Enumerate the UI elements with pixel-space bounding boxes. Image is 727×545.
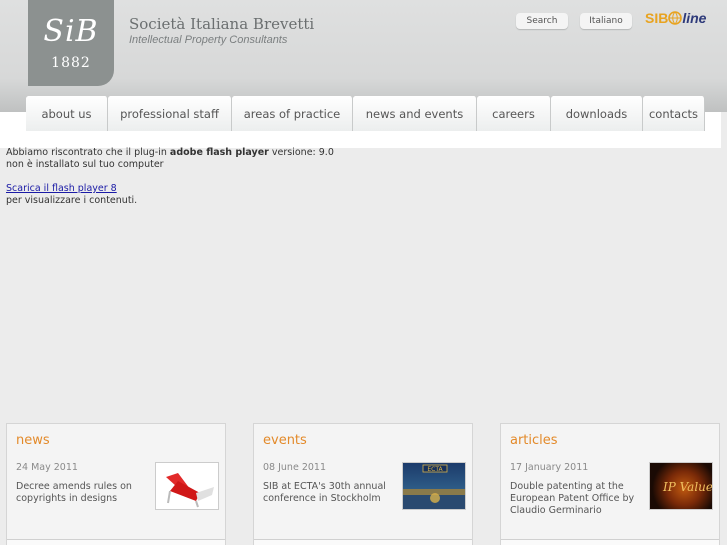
- events-headline-link[interactable]: SIB at ECTA's 30th annual conference in …: [263, 481, 395, 505]
- nav-item-downloads[interactable]: downloads: [551, 96, 643, 131]
- flash-line2: non è installato sul tuo computer: [6, 159, 164, 170]
- articles-headline-link[interactable]: Double patenting at the European Patent …: [510, 481, 642, 517]
- search-button[interactable]: Search: [516, 13, 568, 29]
- sibonline-logo-link[interactable]: SIB line: [645, 10, 706, 26]
- logo-mark: SiB: [43, 14, 99, 49]
- flash-plugin-name: adobe flash player: [169, 147, 269, 158]
- nav-item-professional-staff[interactable]: professional staff: [108, 96, 232, 131]
- nav-item-contacts[interactable]: contacts: [643, 96, 705, 131]
- nav-item-areas-of-practice[interactable]: areas of practice: [232, 96, 353, 131]
- events-date: 08 June 2011: [263, 462, 326, 473]
- sibonline-globe-icon: [668, 11, 683, 25]
- articles-date: 17 January 2011: [510, 462, 589, 473]
- articles-title[interactable]: articles: [510, 433, 558, 448]
- events-box: events 08 June 2011 SIB at ECTA's 30th a…: [253, 423, 473, 545]
- articles-box: articles 17 January 2011 Double patentin…: [500, 423, 720, 545]
- stockholm-harbor-image: ECTA: [403, 464, 465, 509]
- sibonline-line-text: line: [682, 10, 707, 26]
- ip-value-label: IP Value: [662, 480, 713, 494]
- language-button[interactable]: Italiano: [580, 13, 632, 29]
- flash-download-link[interactable]: Scarica il flash player 8: [6, 183, 117, 194]
- nav-item-careers[interactable]: careers: [477, 96, 551, 131]
- ip-value-cover-image: IP Value: [662, 480, 713, 494]
- sibonline-sib-text: SIB: [645, 10, 669, 26]
- main-nav: about us professional staff areas of pra…: [26, 96, 705, 131]
- flash-line1-prefix: Abbiamo riscontrato che il plug-in: [6, 147, 170, 158]
- news-date: 24 May 2011: [16, 462, 78, 473]
- news-title[interactable]: news: [16, 433, 50, 448]
- flash-line1-suffix: versione: 9.0: [268, 147, 334, 158]
- news-box-footer: [7, 539, 225, 545]
- news-headline-link[interactable]: Decree amends rules on copyrights in des…: [16, 481, 148, 505]
- nav-item-about-us[interactable]: about us: [26, 96, 108, 131]
- news-box: news 24 May 2011 Decree amends rules on …: [6, 423, 226, 545]
- articles-thumbnail[interactable]: IP Value: [649, 462, 713, 510]
- news-thumbnail[interactable]: [155, 462, 219, 510]
- sib-logo[interactable]: SiB 1882: [28, 0, 114, 86]
- events-thumbnail[interactable]: ECTA: [402, 462, 466, 510]
- events-title[interactable]: events: [263, 433, 307, 448]
- company-name: Società Italiana Brevetti: [129, 15, 315, 33]
- logo-year: 1882: [51, 55, 91, 71]
- events-box-footer: [254, 539, 472, 545]
- ecta-label: ECTA: [427, 466, 443, 473]
- nav-item-news-and-events[interactable]: news and events: [353, 96, 477, 131]
- chair-design-image: [166, 473, 214, 508]
- articles-box-footer: [501, 539, 719, 545]
- flash-warning: Abbiamo riscontrato che il plug-in adobe…: [6, 147, 334, 171]
- flash-after-text: per visualizzare i contenuti.: [6, 195, 138, 206]
- company-tagline: Intellectual Property Consultants: [129, 34, 288, 46]
